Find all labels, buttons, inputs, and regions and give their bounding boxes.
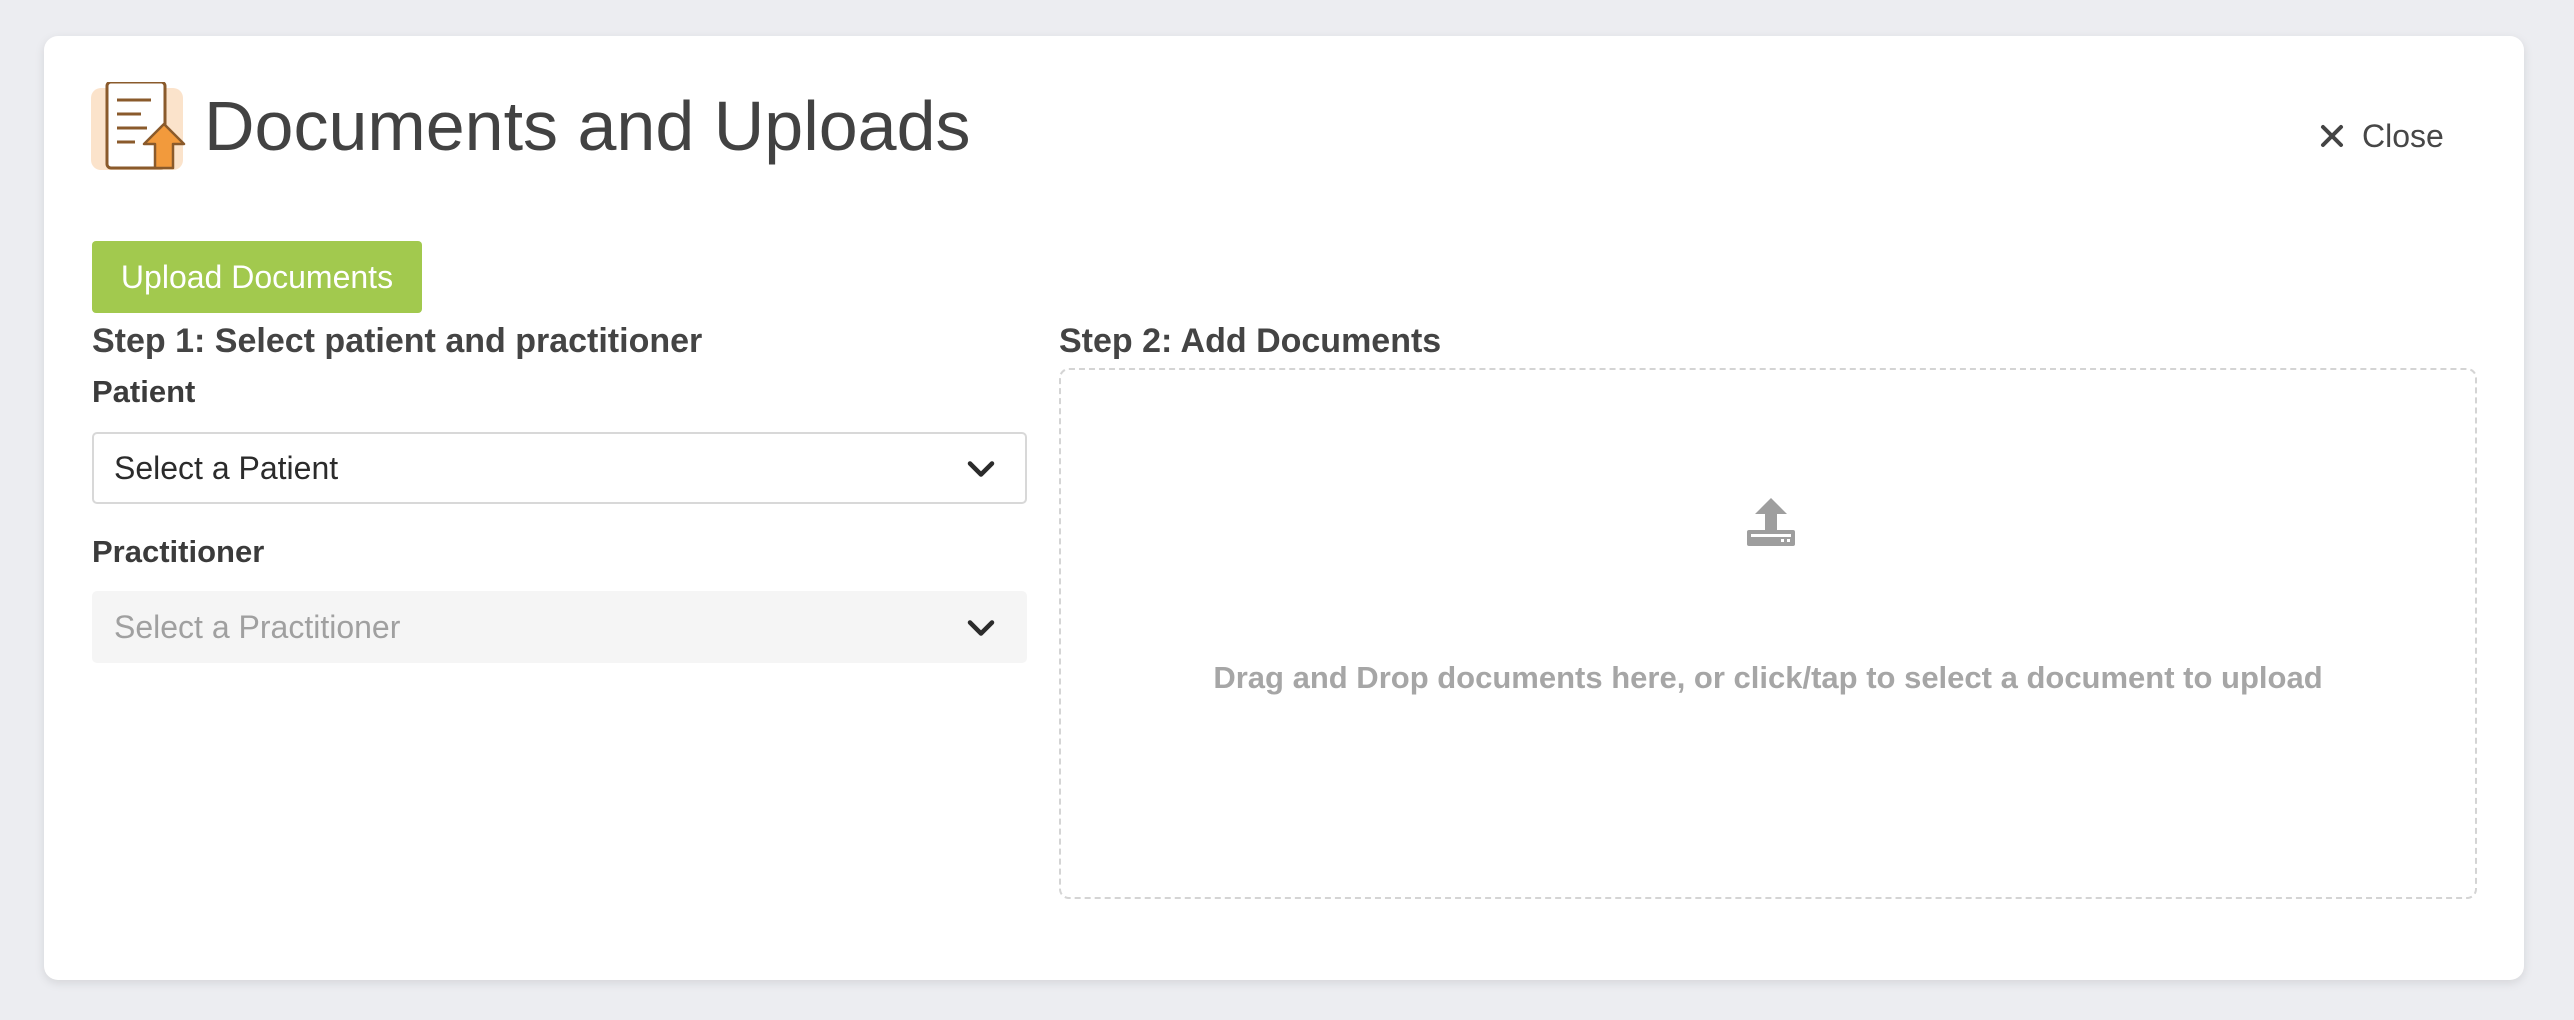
document-dropzone[interactable]: Drag and Drop documents here, or click/t… bbox=[1059, 368, 2477, 899]
close-button[interactable]: Close bbox=[2320, 108, 2444, 164]
patient-label: Patient bbox=[92, 374, 196, 409]
practitioner-select-value: Select a Practitioner bbox=[114, 608, 401, 645]
practitioner-select[interactable]: Select a Practitioner bbox=[92, 591, 1027, 663]
close-label: Close bbox=[2362, 117, 2444, 154]
close-icon bbox=[2320, 124, 2344, 148]
chevron-down-icon bbox=[967, 609, 995, 646]
chevron-down-icon bbox=[967, 450, 995, 487]
step1-heading: Step 1: Select patient and practitioner bbox=[92, 322, 703, 360]
step2-heading: Step 2: Add Documents bbox=[1059, 322, 1442, 360]
patient-select[interactable]: Select a Patient bbox=[92, 432, 1027, 504]
practitioner-label: Practitioner bbox=[92, 534, 265, 569]
upload-icon bbox=[1745, 496, 1797, 548]
documents-modal: Documents and Uploads Close Upload Docum… bbox=[44, 36, 2524, 980]
upload-documents-button[interactable]: Upload Documents bbox=[92, 241, 422, 313]
document-upload-icon bbox=[91, 80, 187, 178]
dropzone-instructions: Drag and Drop documents here, or click/t… bbox=[1213, 660, 2323, 695]
page-title: Documents and Uploads bbox=[204, 87, 971, 165]
patient-select-value: Select a Patient bbox=[114, 449, 339, 486]
